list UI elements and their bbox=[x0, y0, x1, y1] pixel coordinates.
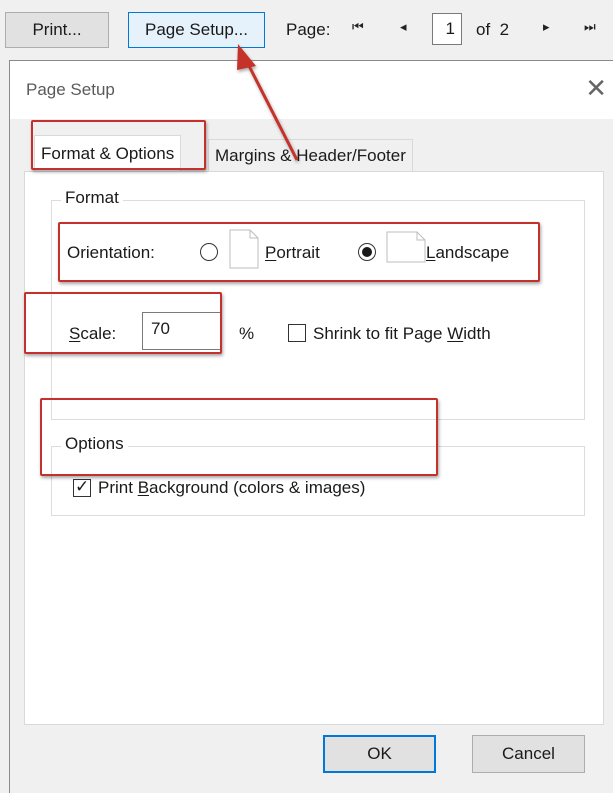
landscape-radio[interactable] bbox=[358, 243, 376, 261]
print-background-checkbox[interactable]: ✓ bbox=[73, 477, 91, 497]
portrait-label: Portrait bbox=[265, 243, 320, 262]
first-page-icon[interactable]: ⏮ bbox=[352, 19, 364, 35]
tab-panel: Format Orientation: Portrait Landscape S… bbox=[24, 171, 604, 725]
print-button-label: Print... bbox=[32, 20, 82, 39]
page-setup-button[interactable]: Page Setup... bbox=[128, 12, 265, 48]
page-setup-dialog: Page Setup ✕ Format & Options Margins & … bbox=[9, 60, 613, 793]
tab-format-options-label: Format & Options bbox=[41, 144, 175, 163]
orientation-label: Orientation: bbox=[67, 243, 155, 262]
dialog-titlebar: Page Setup ✕ bbox=[10, 61, 613, 119]
page-setup-button-label: Page Setup... bbox=[144, 20, 249, 39]
landscape-page-icon bbox=[386, 231, 426, 263]
ok-button[interactable]: OK bbox=[323, 735, 436, 773]
percent-label: % bbox=[239, 324, 255, 343]
scale-label: Scale: bbox=[69, 324, 117, 343]
format-group bbox=[51, 200, 585, 420]
tab-margins-label: Margins & Header/Footer bbox=[215, 145, 406, 165]
portrait-page-icon bbox=[229, 229, 259, 269]
of-label: of bbox=[476, 20, 491, 39]
page-number-input[interactable]: 1 bbox=[432, 13, 462, 45]
landscape-label: Landscape bbox=[426, 243, 510, 262]
options-legend: Options bbox=[61, 434, 128, 454]
scale-input[interactable]: 70 bbox=[142, 312, 221, 350]
print-preview-toolbar: Print... Page Setup... Page: ⏮ ◂ 1 of 2 … bbox=[0, 0, 613, 58]
ok-button-label: OK bbox=[367, 744, 392, 763]
checkmark-icon: ✓ bbox=[75, 477, 90, 496]
tab-format-options[interactable]: Format & Options bbox=[34, 135, 182, 173]
cancel-button-label: Cancel bbox=[502, 744, 555, 763]
shrink-to-fit-label: Shrink to fit Page Width bbox=[313, 324, 491, 343]
format-legend: Format bbox=[61, 188, 123, 208]
print-background-label: Print Background (colors & images) bbox=[98, 478, 366, 497]
dialog-title: Page Setup bbox=[26, 80, 115, 99]
cancel-button[interactable]: Cancel bbox=[472, 735, 585, 773]
close-icon[interactable]: ✕ bbox=[585, 73, 607, 104]
shrink-to-fit-checkbox[interactable] bbox=[288, 324, 306, 342]
next-page-icon[interactable]: ▸ bbox=[543, 19, 550, 35]
portrait-radio[interactable] bbox=[200, 243, 218, 261]
last-page-icon[interactable]: ⏭ bbox=[584, 19, 596, 35]
of-pages-label: of 2 bbox=[476, 20, 509, 40]
tab-margins-header-footer[interactable]: Margins & Header/Footer bbox=[208, 139, 413, 172]
print-button[interactable]: Print... bbox=[5, 12, 109, 48]
previous-page-icon[interactable]: ◂ bbox=[400, 19, 407, 35]
page-label: Page: bbox=[286, 20, 331, 39]
total-pages: 2 bbox=[499, 20, 510, 39]
